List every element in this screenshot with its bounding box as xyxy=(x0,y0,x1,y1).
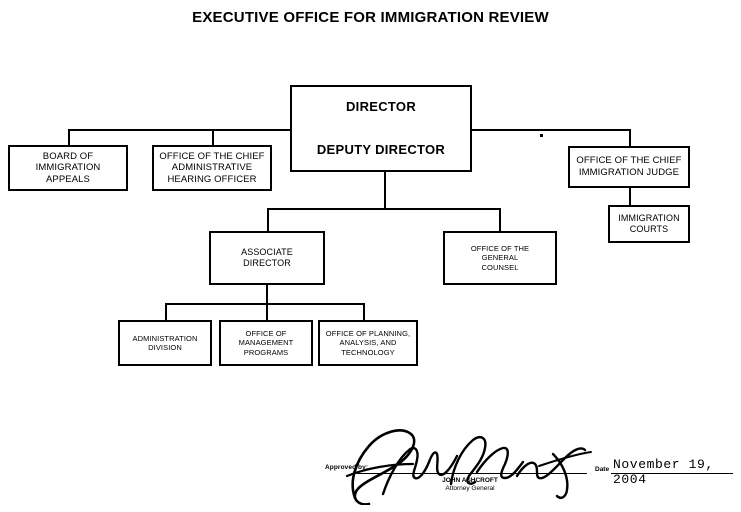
connector-lower-bus xyxy=(165,303,364,305)
scan-artifact-speck xyxy=(540,134,543,137)
date-value: November 19, 2004 xyxy=(613,457,714,487)
director-half: DIRECTOR xyxy=(343,87,419,128)
page-title: EXECUTIVE OFFICE FOR IMMIGRATION REVIEW xyxy=(192,9,549,26)
node-administration-division: ADMINISTRATION DIVISION xyxy=(118,320,212,366)
connector-top-bus-right xyxy=(470,129,631,131)
node-board-of-immigration-appeals: BOARD OF IMMIGRATION APPEALS xyxy=(8,145,128,191)
connector-top-bus-left xyxy=(68,129,292,131)
board-of-immigration-appeals-label: BOARD OF IMMIGRATION APPEALS xyxy=(35,150,101,185)
handwritten-signature-icon xyxy=(345,429,592,505)
connector-drop-bia xyxy=(68,129,70,145)
connector-drop-ocaho xyxy=(212,129,214,145)
deputy-director-half: DEPUTY DIRECTOR xyxy=(314,130,448,171)
deputy-director-label: DEPUTY DIRECTOR xyxy=(316,141,446,157)
date-label: Date xyxy=(595,466,610,473)
node-director-deputy-director: DIRECTOR DEPUTY DIRECTOR xyxy=(290,85,472,172)
node-immigration-courts: IMMIGRATION COURTS xyxy=(608,205,690,243)
node-associate-director: ASSOCIATE DIRECTOR xyxy=(209,231,325,285)
office-general-counsel-label: OFFICE OF THE GENERAL COUNSEL xyxy=(470,244,530,272)
connector-drop-associate-director xyxy=(267,208,269,232)
office-management-programs-label: OFFICE OF MANAGEMENT PROGRAMS xyxy=(238,329,294,357)
signature-line xyxy=(357,473,587,474)
office-chief-immigration-judge-label: OFFICE OF THE CHIEF IMMIGRATION JUDGE xyxy=(576,155,682,178)
connector-director-drop xyxy=(384,172,386,209)
connector-drop-administration-division xyxy=(165,303,167,321)
node-office-planning-analysis-technology: OFFICE OF PLANNING, ANALYSIS, AND TECHNO… xyxy=(318,320,418,366)
connector-ocij-to-immigration-courts xyxy=(629,188,631,206)
node-office-chief-administrative-hearing-officer: OFFICE OF THE CHIEF ADMINISTRATIVE HEARI… xyxy=(152,145,272,191)
node-office-chief-immigration-judge: OFFICE OF THE CHIEF IMMIGRATION JUDGE xyxy=(568,146,690,188)
connector-drop-general-counsel xyxy=(499,208,501,232)
connector-drop-ocij xyxy=(629,129,631,146)
node-office-general-counsel: OFFICE OF THE GENERAL COUNSEL xyxy=(443,231,557,285)
signer-title: Attorney General xyxy=(445,485,495,492)
office-planning-analysis-technology-label: OFFICE OF PLANNING, ANALYSIS, AND TECHNO… xyxy=(325,329,411,357)
office-chief-administrative-hearing-officer-label: OFFICE OF THE CHIEF ADMINISTRATIVE HEARI… xyxy=(159,150,265,185)
connector-drop-office-planning xyxy=(363,303,365,321)
immigration-courts-label: IMMIGRATION COURTS xyxy=(618,213,680,234)
node-office-management-programs: OFFICE OF MANAGEMENT PROGRAMS xyxy=(219,320,313,366)
director-label: DIRECTOR xyxy=(345,99,417,115)
signature-block: Approved by: JOHN ASHCROFT Attorney Gene… xyxy=(325,425,733,505)
signer-name: JOHN ASHCROFT xyxy=(442,477,498,484)
administration-division-label: ADMINISTRATION DIVISION xyxy=(132,333,198,352)
date-line xyxy=(611,473,733,474)
org-chart-page: EXECUTIVE OFFICE FOR IMMIGRATION REVIEW … xyxy=(0,0,741,512)
approved-by-label: Approved by: xyxy=(325,464,369,471)
connector-mid-bus xyxy=(267,208,501,210)
associate-director-label: ASSOCIATE DIRECTOR xyxy=(241,247,293,268)
